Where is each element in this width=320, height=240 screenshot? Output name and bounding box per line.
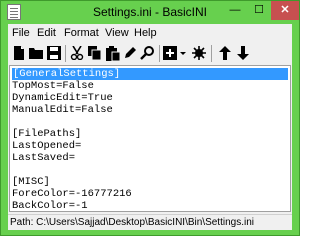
menu-edit[interactable]: Edit: [37, 27, 56, 39]
toolbar: [8, 43, 292, 64]
copy-icon[interactable]: [87, 45, 103, 61]
editor-line[interactable]: LastOpened=: [12, 140, 81, 152]
menu-file[interactable]: File: [12, 27, 30, 39]
new-file-icon[interactable]: [11, 45, 27, 61]
menu-bar: File Edit Format View Help: [8, 24, 292, 42]
editor-line[interactable]: ForeColor=-16777216: [12, 188, 132, 200]
status-bar: Path: C:\Users\Sajjad\Desktop\BasicINI\B…: [8, 214, 292, 230]
editor-line[interactable]: DynamicEdit=True: [12, 92, 113, 104]
editor-line[interactable]: BackColor=-1: [12, 200, 88, 212]
application-window: Settings.ini - BasicINI — ☐ ✕ File Edit …: [0, 0, 300, 236]
find-icon[interactable]: [139, 45, 155, 61]
add-icon[interactable]: [163, 45, 187, 61]
save-icon[interactable]: [46, 45, 62, 61]
paste-icon[interactable]: [105, 45, 121, 61]
toolbar-separator: [159, 45, 160, 62]
client-area: File Edit Format View Help [GeneralSetti…: [8, 24, 292, 230]
move-up-icon[interactable]: [217, 45, 233, 61]
menu-view[interactable]: View: [105, 27, 129, 39]
menu-help[interactable]: Help: [134, 27, 157, 39]
file-path-status: Path: C:\Users\Sajjad\Desktop\BasicINI\B…: [10, 217, 254, 228]
edit-icon[interactable]: [122, 45, 138, 61]
settings-icon[interactable]: [191, 45, 207, 61]
maximize-button[interactable]: ☐: [247, 1, 271, 20]
title-bar[interactable]: Settings.ini - BasicINI — ☐ ✕: [1, 1, 299, 23]
ini-editor[interactable]: [GeneralSettings] TopMost=False DynamicE…: [9, 65, 291, 212]
move-down-icon[interactable]: [235, 45, 251, 61]
close-button[interactable]: ✕: [271, 1, 299, 20]
editor-line[interactable]: ManualEdit=False: [12, 104, 113, 116]
cut-icon[interactable]: [69, 45, 85, 61]
toolbar-separator: [211, 45, 212, 62]
editor-line[interactable]: [FilePaths]: [12, 128, 81, 140]
toolbar-separator: [65, 45, 66, 62]
editor-line[interactable]: [MISC]: [12, 176, 50, 188]
editor-line[interactable]: LastSaved=: [12, 152, 75, 164]
minimize-button[interactable]: —: [223, 1, 247, 20]
editor-line[interactable]: TopMost=False: [12, 80, 94, 92]
open-folder-icon[interactable]: [28, 45, 44, 61]
editor-line[interactable]: [GeneralSettings]: [12, 68, 288, 80]
menu-format[interactable]: Format: [64, 27, 99, 39]
